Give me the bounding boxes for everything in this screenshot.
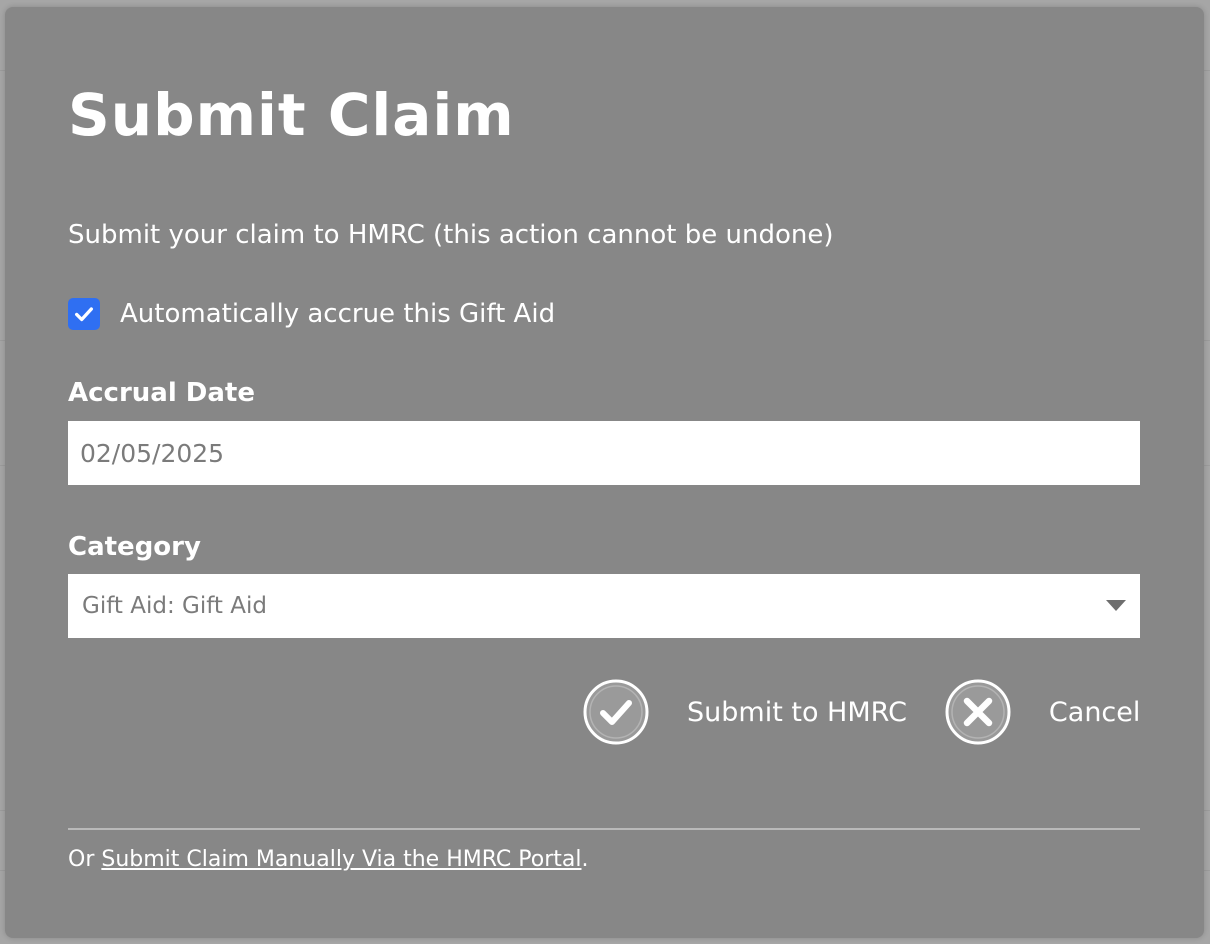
footer-divider [68, 828, 1140, 830]
category-select[interactable]: Gift Aid: Gift Aid [68, 574, 1140, 638]
dialog-actions: Submit to HMRC Cancel [583, 679, 1140, 745]
category-label: Category [68, 532, 201, 562]
check-circle-icon [583, 679, 649, 745]
cancel-button[interactable]: Cancel [945, 679, 1140, 745]
footer-suffix: . [581, 847, 589, 872]
accrual-date-input[interactable] [68, 421, 1140, 485]
submit-claim-dialog: Submit Claim Submit your claim to HMRC (… [5, 7, 1204, 938]
hmrc-portal-link[interactable]: Submit Claim Manually Via the HMRC Porta… [101, 847, 581, 872]
category-selected-value: Gift Aid: Gift Aid [82, 593, 267, 619]
accrual-date-label: Accrual Date [68, 378, 255, 408]
cancel-label: Cancel [1048, 696, 1141, 728]
auto-accrue-row: Automatically accrue this Gift Aid [68, 296, 555, 332]
auto-accrue-label[interactable]: Automatically accrue this Gift Aid [120, 296, 555, 332]
dialog-title: Submit Claim [68, 81, 515, 149]
manual-submission-note: Or Submit Claim Manually Via the HMRC Po… [68, 845, 588, 875]
auto-accrue-checkbox[interactable] [68, 298, 100, 330]
submit-to-hmrc-label: Submit to HMRC [687, 696, 907, 728]
caret-down-icon [1106, 600, 1126, 611]
dialog-description: Submit your claim to HMRC (this action c… [68, 220, 834, 250]
submit-to-hmrc-button[interactable]: Submit to HMRC [583, 679, 907, 745]
check-icon [75, 307, 93, 322]
x-circle-icon [945, 679, 1011, 745]
footer-prefix: Or [68, 847, 102, 872]
